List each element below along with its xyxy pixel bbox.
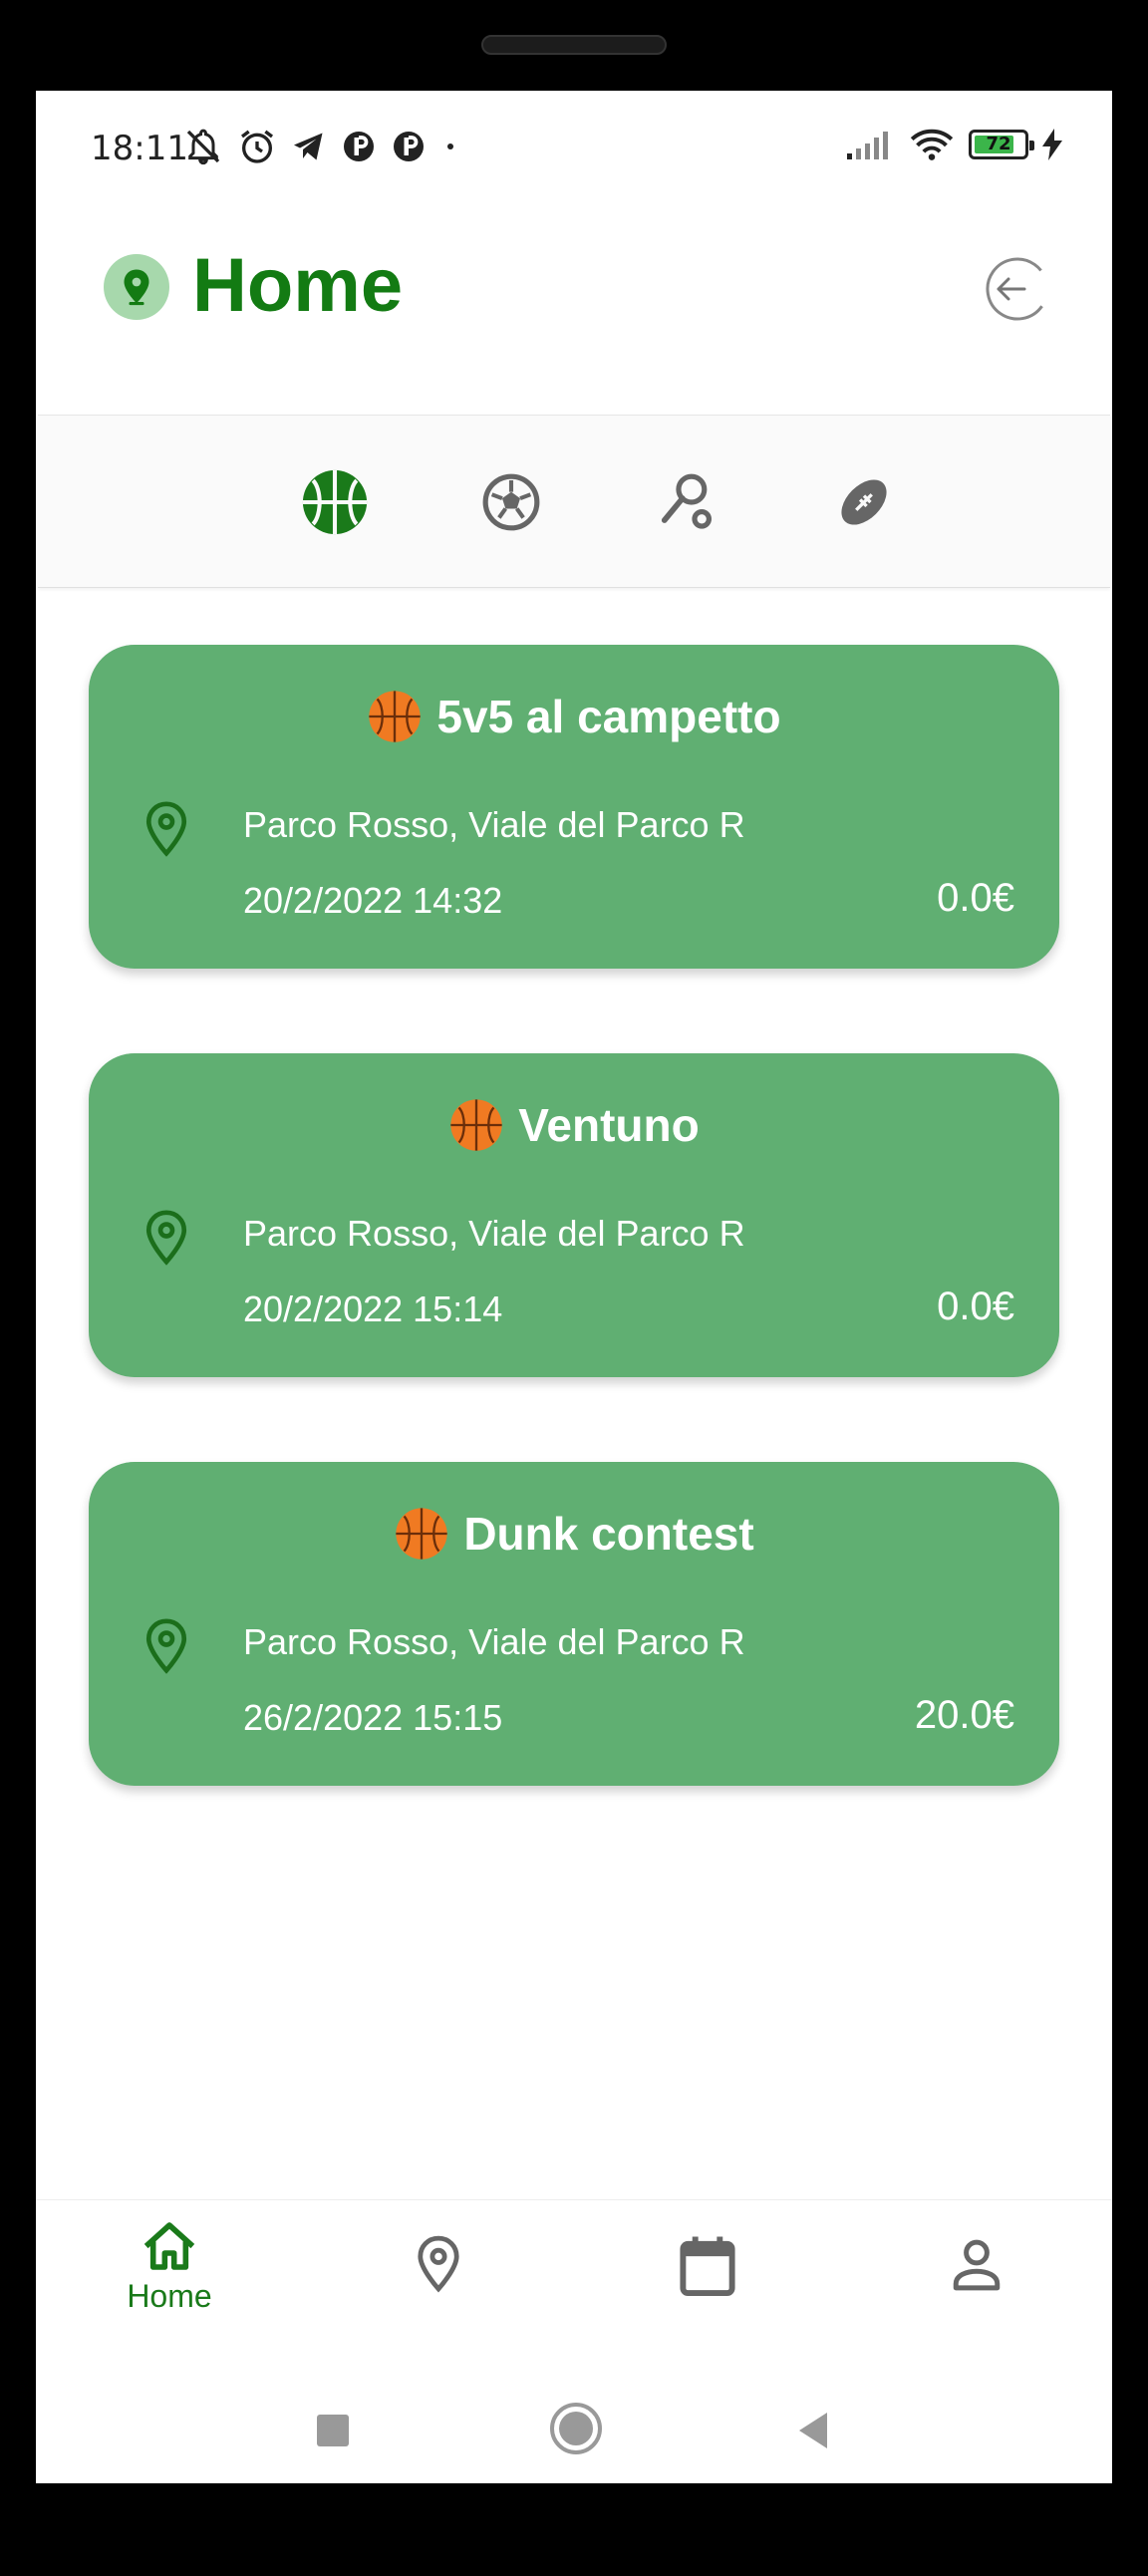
phone-frame: 18:11 72 Home 5v5 al campetto Parco Ross… bbox=[0, 0, 1148, 2576]
bottom-navigation: Home bbox=[36, 2199, 1112, 2370]
event-title-text: 5v5 al campetto bbox=[436, 691, 781, 742]
battery-indicator: 72 bbox=[969, 130, 1034, 159]
location-pin-icon bbox=[145, 801, 187, 857]
status-bar: 18:11 72 bbox=[36, 91, 1112, 210]
mute-icon bbox=[186, 129, 220, 165]
event-title: 5v5 al campetto bbox=[89, 689, 1059, 744]
back-button[interactable] bbox=[793, 2401, 833, 2460]
tab-tennis[interactable] bbox=[651, 465, 724, 539]
map-pin-icon bbox=[124, 269, 149, 306]
event-address: Parco Rosso, Viale del Parco R bbox=[243, 1213, 745, 1254]
system-navigation-bar bbox=[36, 2373, 1112, 2483]
page-title: Home bbox=[192, 243, 404, 328]
app-notification-icon bbox=[394, 132, 424, 161]
earpiece-speaker bbox=[481, 35, 667, 55]
event-card[interactable]: 5v5 al campetto Parco Rosso, Viale del P… bbox=[89, 645, 1059, 969]
person-icon bbox=[953, 2239, 1001, 2291]
event-title-text: Dunk contest bbox=[463, 1508, 754, 1560]
wifi-icon bbox=[910, 129, 954, 160]
basketball-icon bbox=[302, 469, 368, 535]
american-football-icon bbox=[841, 479, 887, 525]
home-button[interactable] bbox=[548, 2399, 604, 2458]
location-badge bbox=[104, 254, 169, 320]
event-price: 0.0€ bbox=[937, 876, 1014, 920]
map-pin-icon bbox=[418, 2235, 459, 2293]
status-time: 18:11 bbox=[91, 129, 188, 168]
tab-soccer[interactable] bbox=[474, 465, 548, 539]
event-datetime: 20/2/2022 15:14 bbox=[243, 1288, 503, 1329]
event-price: 20.0€ bbox=[914, 1693, 1014, 1737]
tennis-racket-icon bbox=[661, 473, 713, 529]
event-datetime: 20/2/2022 14:32 bbox=[243, 880, 503, 921]
tab-basketball[interactable] bbox=[298, 465, 372, 539]
nav-map[interactable] bbox=[339, 2234, 538, 2354]
soccer-ball-icon bbox=[482, 473, 540, 531]
alarm-icon bbox=[241, 130, 273, 163]
basketball-emoji-icon bbox=[396, 1508, 447, 1560]
app-header: Home bbox=[36, 210, 1112, 410]
battery-level: 72 bbox=[986, 134, 1011, 154]
nav-home-label: Home bbox=[127, 2278, 212, 2314]
charging-icon bbox=[1042, 129, 1062, 160]
event-card[interactable]: Dunk contest Parco Rosso, Viale del Parc… bbox=[89, 1462, 1059, 1786]
nav-profile[interactable] bbox=[877, 2238, 1076, 2358]
event-title: Dunk contest bbox=[89, 1506, 1059, 1562]
home-icon bbox=[144, 2222, 195, 2270]
nav-home[interactable]: Home bbox=[70, 2220, 269, 2340]
calendar-icon bbox=[680, 2236, 735, 2297]
event-datetime: 26/2/2022 15:15 bbox=[243, 1697, 503, 1738]
basketball-emoji-icon bbox=[450, 1099, 502, 1151]
location-pin-icon bbox=[145, 1210, 187, 1266]
status-notification-icons bbox=[183, 127, 460, 166]
status-system-icons: 72 bbox=[845, 127, 1062, 162]
signal-icon bbox=[847, 132, 888, 159]
more-dot-icon bbox=[447, 143, 453, 149]
telegram-icon bbox=[294, 133, 323, 160]
sport-filter-tabs bbox=[38, 415, 1110, 588]
app-notification-icon bbox=[344, 132, 374, 161]
event-address: Parco Rosso, Viale del Parco R bbox=[243, 1621, 745, 1662]
event-title: Ventuno bbox=[89, 1097, 1059, 1153]
event-card[interactable]: Ventuno Parco Rosso, Viale del Parco R 2… bbox=[89, 1053, 1059, 1377]
logout-icon[interactable] bbox=[985, 256, 1050, 322]
location-pin-icon bbox=[145, 1618, 187, 1674]
basketball-emoji-icon bbox=[369, 691, 422, 742]
tab-football[interactable] bbox=[827, 465, 901, 539]
event-address: Parco Rosso, Viale del Parco R bbox=[243, 804, 745, 845]
app-screen: 18:11 72 Home 5v5 al campetto Parco Ross… bbox=[36, 91, 1112, 2483]
event-price: 0.0€ bbox=[937, 1285, 1014, 1328]
recents-button[interactable] bbox=[313, 2401, 353, 2460]
event-title-text: Ventuno bbox=[518, 1099, 700, 1151]
nav-calendar[interactable] bbox=[608, 2234, 807, 2354]
